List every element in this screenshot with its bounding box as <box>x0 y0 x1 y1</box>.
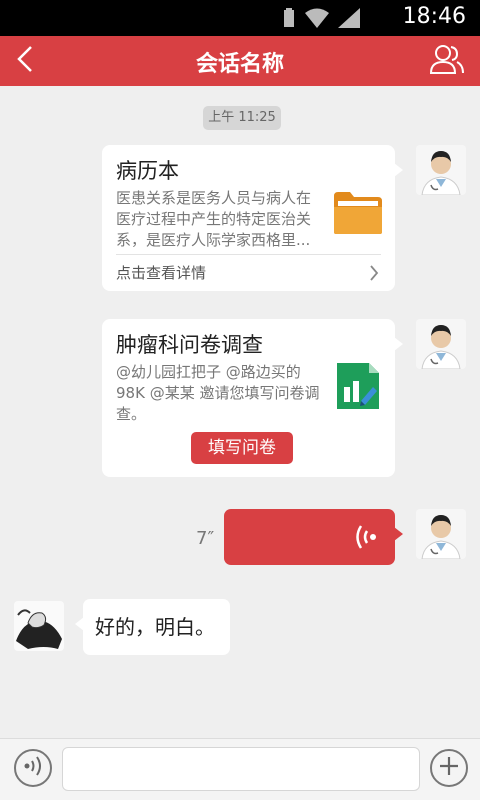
signal-icon <box>338 8 360 32</box>
card-description: 医患关系是医务人员与病人在医疗过程中产生的特定医治关系，是医疗人际学家西格里..… <box>116 189 312 249</box>
survey-card[interactable]: 肿瘤科问卷调查 @幼儿园扛把子 @路边买的98K @某某 邀请您填写问卷调查。 … <box>102 319 403 477</box>
spreadsheet-icon <box>335 361 381 415</box>
card-divider <box>116 254 381 255</box>
card-description: @幼儿园扛把子 @路边买的98K @某某 邀请您填写问卷调查。 <box>116 363 320 423</box>
add-attachment-button[interactable] <box>430 749 468 787</box>
view-details-link[interactable]: 点击查看详情 <box>116 262 206 283</box>
voice-input-button[interactable] <box>14 749 52 787</box>
plus-icon <box>438 755 460 781</box>
folder-icon <box>332 190 384 240</box>
medical-record-card[interactable]: 病历本 医患关系是医务人员与病人在医疗过程中产生的特定医治关系，是医疗人际学家西… <box>102 145 403 291</box>
input-bar <box>0 738 480 800</box>
chevron-right-icon <box>369 264 379 286</box>
message-input[interactable] <box>62 747 420 791</box>
chat-area[interactable]: 上午 11:25 病历本 医患关系是医务人员与病人在医疗过程中产生的特定医治关系… <box>0 86 480 738</box>
wifi-icon <box>304 8 330 32</box>
status-icons <box>282 8 360 32</box>
users-icon <box>429 44 464 78</box>
text-message-bubble[interactable]: 好的，明白。 <box>75 599 230 655</box>
voice-wave-icon <box>22 755 44 781</box>
patient-avatar[interactable] <box>14 601 64 651</box>
voice-wave-icon <box>353 523 379 555</box>
doctor-avatar[interactable] <box>416 145 466 195</box>
timestamp-chip: 上午 11:25 <box>203 106 281 130</box>
fill-survey-button[interactable]: 填写问卷 <box>191 432 293 464</box>
card-title: 肿瘤科问卷调查 <box>116 333 263 357</box>
status-time: 18:46 <box>402 4 466 29</box>
status-bar: 18:46 <box>0 0 480 36</box>
doctor-avatar[interactable] <box>416 509 466 559</box>
doctor-avatar[interactable] <box>416 319 466 369</box>
nav-bar: 会话名称 <box>0 36 480 86</box>
battery-icon <box>282 8 296 32</box>
voice-duration: 7″ <box>196 528 215 549</box>
card-title: 病历本 <box>116 159 179 183</box>
contacts-button[interactable] <box>428 42 466 80</box>
voice-message-bubble[interactable] <box>224 509 403 565</box>
page-title: 会话名称 <box>195 52 284 77</box>
